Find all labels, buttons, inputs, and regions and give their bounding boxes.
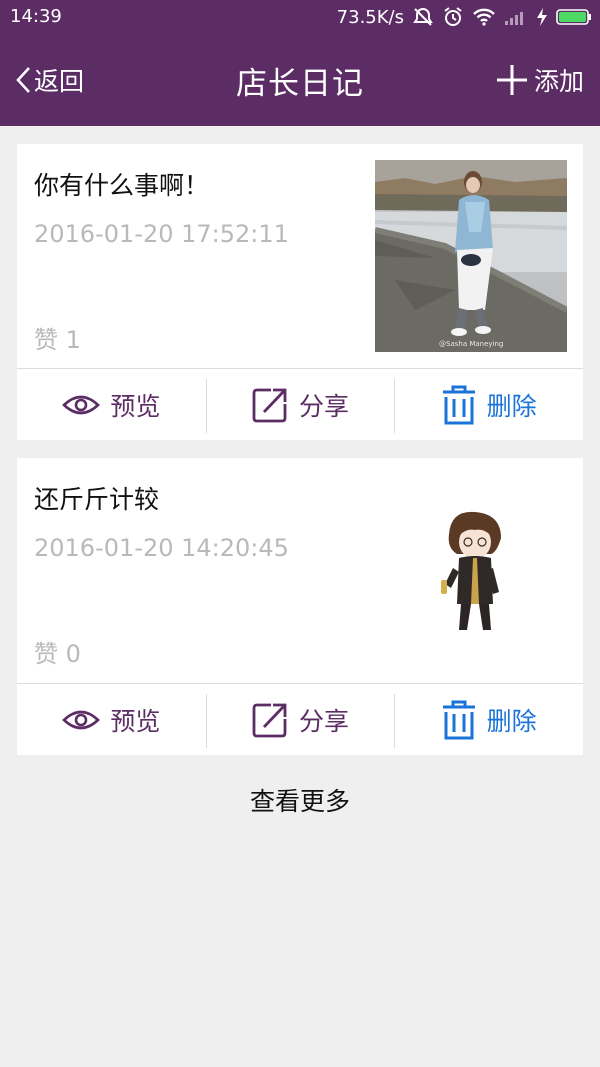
- network-speed: 73.5K/s: [336, 6, 404, 28]
- share-icon: [252, 388, 287, 423]
- preview-label: 预览: [110, 707, 161, 736]
- delete-button[interactable]: 删除: [394, 684, 583, 756]
- alarm-icon: [444, 7, 462, 26]
- svg-text:@Sasha Maneying: @Sasha Maneying: [439, 340, 503, 348]
- share-button[interactable]: 分享: [205, 684, 395, 756]
- diary-sticker[interactable]: [435, 508, 515, 638]
- header: 14:39 73.5K/s 返回 店长日记 添加: [0, 0, 600, 126]
- preview-button[interactable]: 预览: [17, 684, 206, 756]
- trash-icon: [442, 700, 475, 740]
- share-icon: [252, 703, 287, 738]
- wifi-icon: [473, 8, 495, 26]
- mute-icon: [413, 7, 433, 26]
- battery-icon: [556, 9, 591, 25]
- card-actions: 预览 分享 删除: [17, 369, 583, 441]
- diary-photo[interactable]: @Sasha Maneying: [375, 160, 567, 352]
- trash-icon: [442, 385, 475, 425]
- diary-card[interactable]: 还斤斤计较 2016-01-20 14:20:45 赞 0 预览 分享 删除: [17, 458, 583, 755]
- diary-title: 你有什么事啊！: [34, 171, 210, 200]
- diary-likes: 赞 0: [34, 640, 81, 668]
- diary-date: 2016-01-20 14:20:45: [34, 534, 289, 562]
- eye-icon: [62, 710, 101, 730]
- delete-button[interactable]: 删除: [394, 369, 583, 441]
- diary-title: 还斤斤计较: [34, 485, 160, 514]
- share-label: 分享: [299, 392, 350, 421]
- status-icons: 73.5K/s: [337, 6, 592, 28]
- charging-icon: [537, 8, 547, 26]
- diary-date: 2016-01-20 17:52:11: [34, 220, 289, 248]
- delete-label: 删除: [486, 392, 537, 421]
- add-button[interactable]: 添加: [496, 60, 584, 100]
- card-actions: 预览 分享 删除: [17, 684, 583, 756]
- status-time: 14:39: [10, 6, 62, 27]
- diary-likes: 赞 1: [34, 326, 81, 354]
- plus-icon: [496, 65, 527, 95]
- preview-button[interactable]: 预览: [17, 369, 206, 441]
- signal-icon: [505, 12, 523, 25]
- preview-label: 预览: [110, 392, 161, 421]
- share-button[interactable]: 分享: [205, 369, 395, 441]
- add-label: 添加: [533, 67, 584, 96]
- share-label: 分享: [299, 707, 350, 736]
- navigation-bar: 返回 店长日记 添加: [0, 34, 600, 126]
- load-more-button[interactable]: 查看更多: [0, 782, 600, 818]
- eye-icon: [62, 395, 101, 415]
- status-bar: 14:39 73.5K/s: [0, 0, 600, 34]
- delete-label: 删除: [486, 707, 537, 736]
- diary-card[interactable]: 你有什么事啊！ 2016-01-20 17:52:11 赞 1 @Sasha M…: [17, 144, 583, 440]
